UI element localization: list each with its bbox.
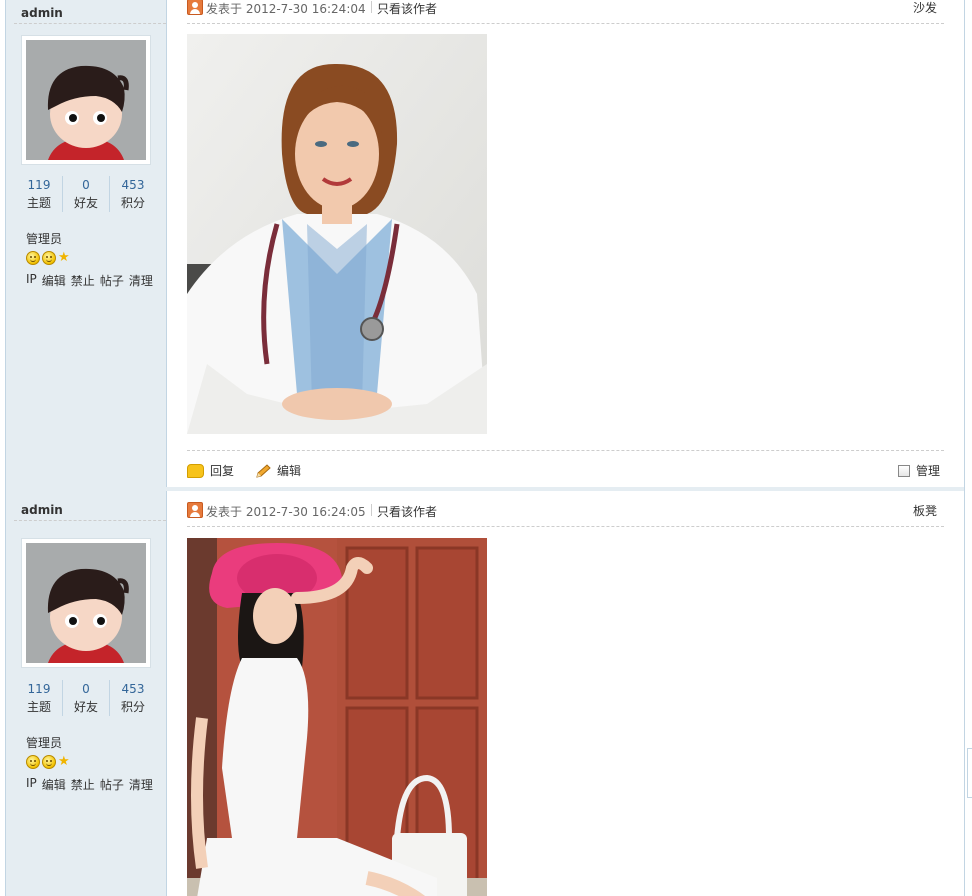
stat-label: 主题 — [26, 700, 51, 714]
stat-number: 119 — [27, 178, 51, 192]
stat-label: 积分 — [120, 700, 145, 714]
avatar[interactable] — [21, 35, 151, 165]
post-image[interactable] — [187, 538, 487, 896]
sun-rank-icon — [26, 755, 40, 769]
floor-number[interactable]: 板凳 — [913, 502, 937, 519]
post-time: 发表于 2012-7-30 16:24:04 — [206, 2, 366, 16]
admin-link-posts[interactable]: 帖子 — [100, 272, 124, 289]
author-stats: 119 主题 0 好友 453 积分 — [16, 680, 156, 716]
stat-topics[interactable]: 119 主题 — [16, 176, 62, 212]
stat-label: 好友 — [73, 700, 98, 714]
star-rank-icon: ★ — [58, 754, 70, 769]
rank-icons: ★ — [26, 755, 70, 769]
checkbox[interactable] — [898, 464, 910, 477]
sun-rank-icon — [42, 251, 56, 265]
admin-link-ban[interactable]: 禁止 — [71, 272, 95, 289]
stat-credits[interactable]: 453 积分 — [109, 176, 156, 212]
edit-label: 编辑 — [277, 464, 302, 478]
stat-label: 积分 — [120, 196, 145, 210]
author-online-icon — [187, 502, 203, 518]
back-to-top-tab[interactable] — [967, 748, 972, 798]
stat-label: 好友 — [73, 196, 98, 210]
post: admin 119 主题 0 好友 453 积分 管理员 ★ IP 编辑 禁止 … — [6, 0, 964, 488]
thread-container: admin 119 主题 0 好友 453 积分 管理员 ★ IP 编辑 禁止 … — [5, 0, 965, 896]
only-author-link[interactable]: 只看该作者 — [377, 503, 437, 520]
author-name-link[interactable]: admin — [21, 503, 63, 517]
post-header: 发表于 2012-7-30 16:24:05 只看该作者 板凳 — [187, 502, 944, 527]
stat-friends[interactable]: 0 好友 — [62, 680, 109, 716]
sun-rank-icon — [42, 755, 56, 769]
avatar-image — [26, 543, 146, 663]
stat-number: 0 — [82, 178, 90, 192]
post-main: 发表于 2012-7-30 16:24:04 只看该作者 沙发 回复 编辑 管理 — [187, 0, 944, 488]
post-image[interactable] — [187, 34, 487, 434]
admin-link-edit[interactable]: 编辑 — [42, 776, 66, 793]
author-name-link[interactable]: admin — [21, 6, 63, 20]
post-footer: 回复 编辑 管理 — [187, 450, 944, 480]
admin-links: IP 编辑 禁止 帖子 清理 — [26, 776, 153, 793]
admin-link-ban[interactable]: 禁止 — [71, 776, 95, 793]
rank-icons: ★ — [26, 251, 70, 265]
stat-credits[interactable]: 453 积分 — [109, 680, 156, 716]
divider — [14, 23, 166, 24]
star-rank-icon: ★ — [58, 250, 70, 265]
sun-rank-icon — [26, 251, 40, 265]
divider — [14, 520, 166, 521]
usergroup-label[interactable]: 管理员 — [26, 734, 62, 751]
stat-number: 453 — [121, 178, 145, 192]
author-sidebar: admin 119 主题 0 好友 453 积分 管理员 ★ IP 编辑 禁止 … — [6, 491, 167, 896]
reply-icon — [187, 463, 204, 478]
divider — [371, 504, 372, 516]
stat-number: 0 — [82, 682, 90, 696]
reply-label: 回复 — [210, 464, 235, 478]
manage-checkbox[interactable]: 管理 — [898, 462, 940, 479]
admin-link-clear[interactable]: 清理 — [129, 272, 153, 289]
post-main: 发表于 2012-7-30 16:24:05 只看该作者 板凳 — [187, 491, 944, 896]
admin-link-clear[interactable]: 清理 — [129, 776, 153, 793]
manage-label: 管理 — [916, 464, 941, 478]
stat-topics[interactable]: 119 主题 — [16, 680, 62, 716]
post: admin 119 主题 0 好友 453 积分 管理员 ★ IP 编辑 禁止 … — [6, 491, 964, 896]
admin-link-ip[interactable]: IP — [26, 776, 37, 793]
stat-number: 119 — [27, 682, 51, 696]
stat-number: 453 — [121, 682, 145, 696]
admin-link-ip[interactable]: IP — [26, 272, 37, 289]
edit-button[interactable]: 编辑 — [255, 462, 301, 479]
avatar-image — [26, 40, 146, 160]
usergroup-label[interactable]: 管理员 — [26, 230, 62, 247]
post-time: 发表于 2012-7-30 16:24:05 — [206, 505, 366, 519]
admin-link-edit[interactable]: 编辑 — [42, 272, 66, 289]
author-sidebar: admin 119 主题 0 好友 453 积分 管理员 ★ IP 编辑 禁止 … — [6, 0, 167, 488]
stat-label: 主题 — [26, 196, 51, 210]
author-stats: 119 主题 0 好友 453 积分 — [16, 176, 156, 212]
stat-friends[interactable]: 0 好友 — [62, 176, 109, 212]
admin-links: IP 编辑 禁止 帖子 清理 — [26, 272, 153, 289]
avatar[interactable] — [21, 538, 151, 668]
admin-link-posts[interactable]: 帖子 — [100, 776, 124, 793]
only-author-link[interactable]: 只看该作者 — [377, 0, 437, 17]
reply-button[interactable]: 回复 — [187, 462, 234, 479]
post-header: 发表于 2012-7-30 16:24:04 只看该作者 沙发 — [187, 0, 944, 24]
pencil-icon — [255, 463, 271, 478]
divider — [371, 1, 372, 13]
floor-number[interactable]: 沙发 — [913, 0, 937, 16]
author-online-icon — [187, 0, 203, 15]
